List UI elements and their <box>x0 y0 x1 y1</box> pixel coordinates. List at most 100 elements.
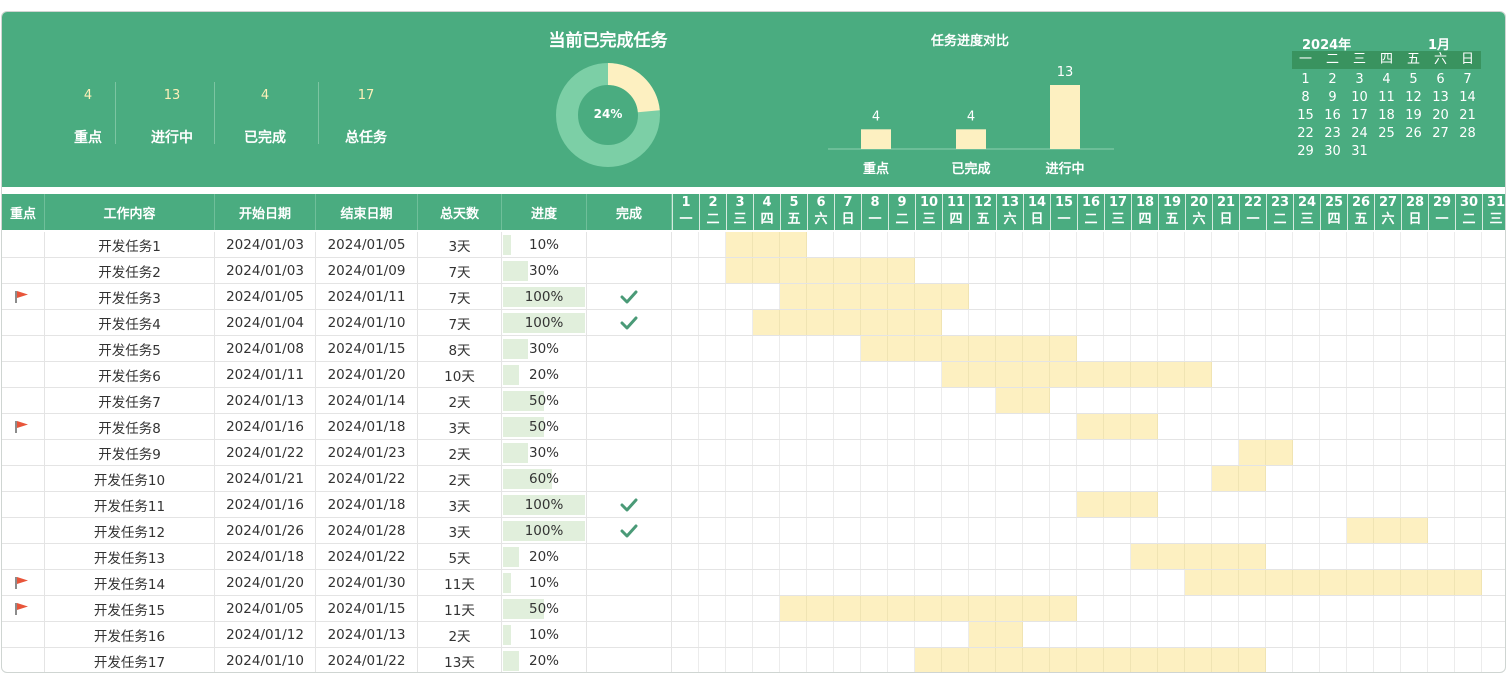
table-row[interactable]: 开发任务14 2024/01/20 2024/01/30 11天 10% <box>2 570 1505 596</box>
calendar-day[interactable]: 13 <box>1427 89 1454 107</box>
calendar-day[interactable]: 17 <box>1346 107 1373 125</box>
table-row[interactable]: 开发任务3 2024/01/05 2024/01/11 7天 100% <box>2 284 1505 310</box>
gantt-cell <box>1104 284 1131 309</box>
table-row[interactable]: 开发任务12 2024/01/26 2024/01/28 3天 100% <box>2 518 1505 544</box>
gantt-cell <box>1158 388 1185 413</box>
done-cell[interactable] <box>587 544 672 569</box>
done-cell[interactable] <box>587 232 672 257</box>
calendar-day[interactable]: 11 <box>1373 89 1400 107</box>
table-row[interactable]: 开发任务2 2024/01/03 2024/01/09 7天 30% <box>2 258 1505 284</box>
gantt-cell <box>1347 440 1374 465</box>
gantt-cell <box>1401 284 1428 309</box>
table-row[interactable]: 开发任务9 2024/01/22 2024/01/23 2天 30% <box>2 440 1505 466</box>
table-row[interactable]: 开发任务5 2024/01/08 2024/01/15 8天 30% <box>2 336 1505 362</box>
calendar-day[interactable]: 27 <box>1427 125 1454 143</box>
calendar-day[interactable]: 30 <box>1319 143 1346 161</box>
calendar-day[interactable]: 22 <box>1292 125 1319 143</box>
gantt-dashboard: 4 重点 13 进行中 4 已完成 17 总任务 当前已完成任务 24% 任务进… <box>1 11 1506 673</box>
calendar-day[interactable]: 2 <box>1319 71 1346 89</box>
done-cell[interactable] <box>587 518 672 543</box>
progress-label: 50% <box>528 392 559 409</box>
day-number: 7 <box>843 195 853 210</box>
calendar-day[interactable]: 26 <box>1400 125 1427 143</box>
gantt-cell <box>1374 414 1401 439</box>
gantt-cell <box>672 570 699 595</box>
calendar-day[interactable]: 1 <box>1292 71 1319 89</box>
calendar-day[interactable]: 19 <box>1400 107 1427 125</box>
table-row[interactable]: 开发任务1 2024/01/03 2024/01/05 3天 10% <box>2 232 1505 258</box>
done-cell[interactable] <box>587 414 672 439</box>
gantt-cell <box>1320 362 1347 387</box>
table-row[interactable]: 开发任务15 2024/01/05 2024/01/15 11天 50% <box>2 596 1505 622</box>
gantt-cell <box>807 492 834 517</box>
table-row[interactable]: 开发任务16 2024/01/12 2024/01/13 2天 10% <box>2 622 1505 648</box>
done-cell[interactable] <box>587 440 672 465</box>
gantt-cell <box>753 284 780 309</box>
calendar-day[interactable]: 28 <box>1454 125 1481 143</box>
done-cell[interactable] <box>587 648 672 672</box>
gantt-cell <box>1266 622 1293 647</box>
gantt-bar-segment <box>1374 518 1401 543</box>
table-row[interactable]: 开发任务10 2024/01/21 2024/01/22 2天 60% <box>2 466 1505 492</box>
calendar-day[interactable]: 9 <box>1319 89 1346 107</box>
gantt-cell <box>1482 362 1505 387</box>
calendar-day[interactable]: 21 <box>1454 107 1481 125</box>
table-row[interactable]: 开发任务11 2024/01/16 2024/01/18 3天 100% <box>2 492 1505 518</box>
calendar-day[interactable]: 15 <box>1292 107 1319 125</box>
done-cell[interactable] <box>587 284 672 309</box>
gantt-cell <box>726 284 753 309</box>
done-cell[interactable] <box>587 570 672 595</box>
calendar-day[interactable]: 24 <box>1346 125 1373 143</box>
calendar-day[interactable]: 14 <box>1454 89 1481 107</box>
done-cell[interactable] <box>587 492 672 517</box>
gantt-bar-segment <box>915 596 942 621</box>
calendar-day[interactable]: 10 <box>1346 89 1373 107</box>
gantt-cell <box>969 544 996 569</box>
calendar-day[interactable]: 20 <box>1427 107 1454 125</box>
gantt-bar-segment <box>996 648 1023 672</box>
day-number: 14 <box>1027 195 1047 210</box>
calendar-day[interactable]: 18 <box>1373 107 1400 125</box>
done-cell[interactable] <box>587 336 672 361</box>
calendar-day[interactable]: 7 <box>1454 71 1481 89</box>
gantt-cell <box>1320 284 1347 309</box>
key-cell <box>2 492 45 517</box>
table-row[interactable]: 开发任务17 2024/01/10 2024/01/22 13天 20% <box>2 648 1505 672</box>
done-cell[interactable] <box>587 622 672 647</box>
gantt-bar-segment <box>1131 648 1158 672</box>
table-row[interactable]: 开发任务8 2024/01/16 2024/01/18 3天 50% <box>2 414 1505 440</box>
done-cell[interactable] <box>587 362 672 387</box>
calendar-day[interactable]: 31 <box>1346 143 1373 161</box>
end-date: 2024/01/22 <box>316 466 418 491</box>
done-cell[interactable] <box>587 388 672 413</box>
calendar-weekday: 二 <box>1319 51 1346 69</box>
done-cell[interactable] <box>587 310 672 335</box>
total-days: 2天 <box>418 440 502 465</box>
gantt-cell <box>1347 414 1374 439</box>
gantt-bar-segment <box>969 648 996 672</box>
done-cell[interactable] <box>587 466 672 491</box>
table-row[interactable]: 开发任务13 2024/01/18 2024/01/22 5天 20% <box>2 544 1505 570</box>
calendar-day[interactable]: 6 <box>1427 71 1454 89</box>
calendar-day[interactable]: 29 <box>1292 143 1319 161</box>
calendar-day[interactable]: 3 <box>1346 71 1373 89</box>
gantt-cell <box>1131 284 1158 309</box>
calendar-day[interactable]: 23 <box>1319 125 1346 143</box>
calendar-day[interactable]: 12 <box>1400 89 1427 107</box>
gantt-cell <box>1455 414 1482 439</box>
day-number: 18 <box>1135 195 1155 210</box>
calendar-day[interactable]: 16 <box>1319 107 1346 125</box>
done-cell[interactable] <box>587 596 672 621</box>
gantt-cell <box>1050 570 1077 595</box>
gantt-cell <box>969 414 996 439</box>
calendar-day[interactable]: 5 <box>1400 71 1427 89</box>
gantt-cell <box>726 336 753 361</box>
gantt-cell <box>1023 622 1050 647</box>
calendar-day[interactable]: 4 <box>1373 71 1400 89</box>
table-row[interactable]: 开发任务4 2024/01/04 2024/01/10 7天 100% <box>2 310 1505 336</box>
table-row[interactable]: 开发任务7 2024/01/13 2024/01/14 2天 50% <box>2 388 1505 414</box>
done-cell[interactable] <box>587 258 672 283</box>
calendar-day[interactable]: 25 <box>1373 125 1400 143</box>
table-row[interactable]: 开发任务6 2024/01/11 2024/01/20 10天 20% <box>2 362 1505 388</box>
calendar-day[interactable]: 8 <box>1292 89 1319 107</box>
